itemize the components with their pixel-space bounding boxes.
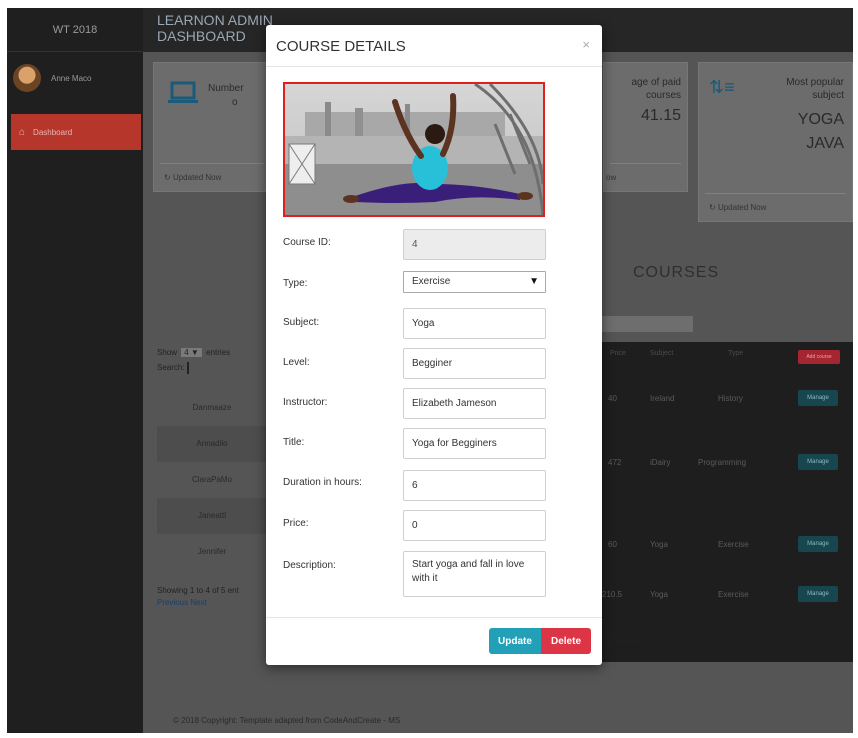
stat-card-label-2: o [232, 97, 238, 108]
table-info: Showing 1 to 4 of 5 ent [157, 586, 239, 595]
course-details-modal: COURSE DETAILS × Course ID: 4 Type: Exer… [266, 25, 602, 665]
update-button[interactable]: Update [489, 628, 541, 654]
sidebar-user: Anne Maco [7, 52, 143, 104]
duration-input[interactable] [403, 470, 546, 501]
manage-button[interactable]: Manage [798, 536, 838, 552]
sidebar-brand: WT 2018 [7, 8, 143, 52]
add-course-button[interactable]: Add course [798, 350, 840, 364]
stat-card-label: age of paid [631, 77, 682, 88]
subject-label: Subject: [283, 317, 320, 328]
type-cell: History [718, 394, 743, 403]
subject-cell: Yoga [650, 590, 668, 599]
course-id-input[interactable] [403, 229, 546, 260]
next-page-link[interactable]: Next [190, 598, 206, 607]
manage-button[interactable]: Manage [798, 454, 838, 470]
price-cell: 60 [608, 540, 617, 549]
sidebar: WT 2018 Anne Maco ⌂ Dashboard [7, 8, 143, 733]
type-label: Type: [283, 278, 308, 289]
chevron-down-icon: ▼ [529, 276, 539, 287]
instructor-label: Instructor: [283, 397, 328, 408]
column-header: Subject [650, 350, 674, 357]
updated-now: ow [606, 173, 617, 182]
type-cell: Exercise [718, 590, 749, 599]
user-name: Anne Maco [51, 73, 92, 83]
table-row[interactable]: Annadilo [157, 426, 267, 462]
close-icon[interactable]: × [582, 37, 590, 52]
modal-header: COURSE DETAILS × [266, 25, 602, 67]
entries-info: of 17 entries [598, 636, 643, 645]
delete-button[interactable]: Delete [541, 628, 591, 654]
price-cell: 40 [608, 394, 617, 403]
sort-amount-icon: ⇅≡ [709, 77, 735, 97]
stat-card-courses: Number o ↻ Updated Now [153, 62, 271, 192]
search-input[interactable] [186, 362, 189, 374]
table-row[interactable]: Jennifer [157, 534, 267, 570]
table-row[interactable]: Danmaaze [157, 390, 267, 426]
modal-title: COURSE DETAILS [276, 38, 406, 55]
table-row[interactable]: ClaraPaMo [157, 462, 267, 498]
subject-input[interactable] [403, 308, 546, 339]
page-footer: © 2018 Copyright: Template adapted from … [173, 716, 401, 725]
stat-card-paid: age of paid courses 41.15 ow [603, 62, 688, 192]
type-cell: Exercise [718, 540, 749, 549]
course-image [283, 82, 545, 217]
subject-cell: iDairy [650, 458, 671, 467]
price-input[interactable] [403, 510, 546, 541]
home-icon: ⌂ [19, 126, 26, 138]
entries-select[interactable]: 4 ▼ [181, 348, 202, 357]
stat-card-label: Most popular [786, 77, 844, 88]
courses-search-input[interactable] [593, 316, 693, 332]
avatar [13, 64, 41, 92]
stat-card-value: 41.15 [640, 107, 681, 124]
instructor-input[interactable] [403, 388, 546, 419]
column-header: Type [728, 350, 744, 357]
refresh-icon: ↻ [164, 173, 173, 182]
column-header: Price [610, 350, 626, 357]
stat-card-label-2: subject [812, 90, 844, 101]
manage-button[interactable]: Manage [798, 586, 838, 602]
title-label: Title: [283, 437, 305, 448]
subject-cell: Yoga [650, 540, 668, 549]
description-textarea[interactable]: Start yoga and fall in love with it [403, 551, 546, 597]
price-label: Price: [283, 518, 309, 529]
popular-subject-2: JAVA [806, 135, 844, 152]
type-cell: Programming [698, 458, 747, 467]
sidebar-item-dashboard[interactable]: ⌂ Dashboard [11, 114, 141, 150]
stat-card-label: Number [208, 83, 244, 94]
course-id-label: Course ID: [283, 237, 331, 248]
type-select[interactable]: Exercise ▼ [403, 271, 546, 293]
updated-now: ↻ Updated Now [709, 203, 767, 212]
price-cell: 472 [608, 458, 622, 467]
manage-button[interactable]: Manage [798, 390, 838, 406]
level-input[interactable] [403, 348, 546, 379]
laptop-icon [168, 81, 198, 103]
entries-length-control: Show 4 ▼ entries [157, 348, 231, 357]
table-row[interactable]: Janeattl [157, 498, 267, 534]
modal-footer: Update Delete [266, 617, 602, 665]
price-cell: 210.5 [602, 590, 623, 599]
sidebar-item-label: Dashboard [33, 127, 73, 137]
stat-card-label-2: courses [645, 90, 681, 101]
subject-cell: Ireland [650, 394, 675, 403]
refresh-icon: ↻ [709, 203, 718, 212]
courses-table: Price Subject Type Add course 40 Ireland… [598, 342, 853, 662]
pagination: Previous Next [157, 598, 207, 607]
courses-heading: COURSES [633, 264, 720, 281]
title-input[interactable] [403, 428, 546, 459]
popular-subject-1: YOGA [797, 111, 844, 128]
updated-now: ↻ Updated Now [164, 173, 222, 182]
description-label: Description: [283, 560, 336, 571]
level-label: Level: [283, 357, 310, 368]
duration-label: Duration in hours: [283, 477, 362, 488]
stat-card-popular: ⇅≡ Most popular subject YOGA JAVA ↻ Upda… [698, 62, 853, 222]
table-search: Search: [157, 362, 189, 374]
prev-page-link[interactable]: Previous [157, 598, 188, 607]
